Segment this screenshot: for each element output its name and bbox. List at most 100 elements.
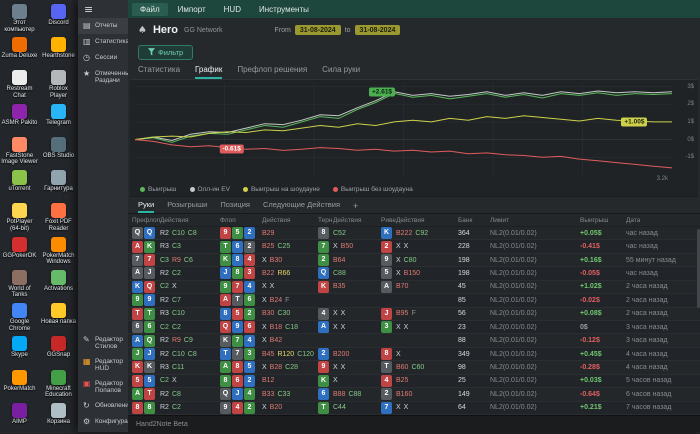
table-tab-hands[interactable]: Руки bbox=[138, 200, 155, 213]
ggpokerok-icon bbox=[12, 236, 27, 252]
legend-item[interactable]: Олл-ин EV bbox=[189, 186, 230, 193]
turn-card: 8 bbox=[318, 227, 333, 240]
action-token: R3 bbox=[160, 363, 169, 371]
hand-row[interactable]: 9 9 R2 C7 A T 6 X B24 F 85 NL2(0.01/0.02) -0.02$ 2 ча… bbox=[128, 294, 700, 308]
desktop-icon-ggsnap[interactable]: GGSnap bbox=[39, 334, 78, 367]
card-Ts: T bbox=[232, 294, 243, 307]
hand-row[interactable]: A Q R2 R9 C9 K 7 4 X B42 88 NL2(0.01/0.02) -0.12$ 3 ч… bbox=[128, 334, 700, 348]
hand-row[interactable]: A J R2 C2 J 8 3 B22 R66 Q C88 5 X B150 198 NL2(0.01/0.0… bbox=[128, 267, 700, 281]
hand-row[interactable]: K Q C2 X 9 7 4 X X K B35 A B70 45 NL2(0.01/0.02) +1.02$… bbox=[128, 280, 700, 295]
hand-row[interactable]: 7 7 C3 R9 C6 K 8 4 X B30 2 B64 9 X C80 198 NL2(0.01/0.02… bbox=[128, 253, 700, 268]
add-tab-button[interactable]: + bbox=[353, 201, 358, 213]
date-to-pill[interactable]: 31-08-2024 bbox=[354, 25, 401, 35]
win-amount: -0.12$ bbox=[580, 337, 600, 345]
action-token: B29 bbox=[262, 229, 275, 237]
flop-actions: B22 R66 bbox=[262, 270, 318, 277]
desktop-icon-faststone-viewer[interactable]: FastStone Image Viewer bbox=[0, 135, 39, 168]
desktop-icon-discord[interactable]: Discord bbox=[39, 2, 78, 35]
sidebar-item-marked-hands[interactable]: ★ Отмеченные Раздачи bbox=[78, 66, 133, 88]
desktop-icon-restream-chat[interactable]: Restream Chat bbox=[0, 68, 39, 101]
desktop-icon-aimp[interactable]: AIMP bbox=[0, 401, 39, 434]
pot-size: 45 bbox=[458, 283, 466, 291]
hearthstone-icon bbox=[51, 37, 66, 53]
menu-item-import[interactable]: Импорт bbox=[170, 3, 214, 16]
desktop-icon-label: Гарнитура bbox=[44, 186, 73, 193]
legend-item[interactable]: Выигрыш bbox=[140, 186, 177, 193]
table-tab-next-actions[interactable]: Следующие Действия bbox=[263, 200, 340, 213]
desktop-icon-obs-studio[interactable]: OBS Studio bbox=[39, 135, 78, 168]
desktop-icon-this-pc[interactable]: Этот компьютер bbox=[0, 2, 39, 35]
desktop-icon-garnitura[interactable]: Гарнитура bbox=[39, 168, 78, 201]
card-9c: 9 bbox=[132, 294, 143, 307]
desktop-icon-activations[interactable]: Activations bbox=[39, 268, 78, 301]
sidebar-item-updates[interactable]: ↻ Обновления bbox=[78, 398, 132, 414]
desktop-icon-pokermatch-windows[interactable]: PokerMatch Windows bbox=[39, 235, 78, 268]
hand-row[interactable]: J J R2 C10 C8 T 7 3 B45 R120 C120 2 B200 8 X 349 NL2(0.0… bbox=[128, 348, 700, 362]
sidebar-item-sessions[interactable]: ◷ Сессии bbox=[78, 50, 128, 66]
sidebar-item-configuration[interactable]: ⚙ Конфигурация bbox=[78, 414, 139, 430]
sidebar-item-popup-editor[interactable]: ▣ Редактор Попапов bbox=[78, 376, 128, 398]
flop-cards: J83 bbox=[220, 267, 262, 280]
desktop-icon-ggpokerok[interactable]: GGPokerOK bbox=[0, 235, 39, 268]
card-Kc: K bbox=[144, 240, 155, 253]
desktop-icon-hearthstone[interactable]: Hearthstone bbox=[39, 35, 78, 68]
menu-item-file[interactable]: Файл bbox=[132, 2, 168, 16]
win-amount: -0.41$ bbox=[580, 243, 600, 251]
sidebar-item-reports[interactable]: ▤ Отчеты bbox=[78, 18, 128, 34]
stakes-label: NL2(0.01/0.02) bbox=[490, 350, 537, 358]
table-tab-position[interactable]: Позиция bbox=[220, 200, 250, 213]
hand-row[interactable]: 8 8 R2 C2 9 4 2 X B20 T C44 7 X X 64 NL2(0.01/0.02) +0.2… bbox=[128, 401, 700, 415]
desktop-icon-utorrent[interactable]: uTorrent bbox=[0, 168, 39, 201]
sidebar-item-statistics[interactable]: ▥ Статистика bbox=[78, 34, 129, 50]
menu-item-tools[interactable]: Инструменты bbox=[251, 3, 317, 16]
hand-row[interactable]: A T R2 C8 Q J 4 B33 C33 6 B88 C88 2 B160 149 NL2(0.01/0… bbox=[128, 388, 700, 402]
desktop-icon-roblox-player[interactable]: Roblox Player bbox=[39, 68, 78, 101]
desktop-icon-minecraft-education[interactable]: Minecraft Education bbox=[39, 368, 78, 401]
desktop-icon-recycle-bin[interactable]: Корзина bbox=[39, 401, 78, 434]
hand-row[interactable]: 6 6 C2 C2 Q 9 6 X B18 C18 A X X 3 X X 23 NL2(0.01/0.02) 0$… bbox=[128, 321, 700, 335]
desktop-icon-potplayer[interactable]: PotPlayer (64-bit) bbox=[0, 201, 39, 234]
desktop-icon-telegram[interactable]: Telegram bbox=[39, 102, 78, 135]
hamburger-menu-icon[interactable]: ≡ bbox=[78, 0, 128, 18]
hand-row[interactable]: A K R3 C3 T 6 2 B25 C25 7 X B50 2 X X 228 NL2(0.01/0.02)… bbox=[128, 240, 700, 254]
hole-cards: 88 bbox=[132, 401, 160, 414]
tab-preflop-decisions[interactable]: Префлоп решения bbox=[237, 65, 307, 79]
tab-graph[interactable]: График bbox=[195, 65, 223, 79]
desktop-icon-pokermatch[interactable]: PokerMatch bbox=[0, 368, 39, 401]
desktop-icon-zuma-deluxe[interactable]: Zuma Deluxe bbox=[0, 35, 39, 68]
table-tab-lines[interactable]: Розыгрыши bbox=[167, 200, 207, 213]
desktop-icon-foxit-reader[interactable]: Foxit PDF Reader bbox=[39, 201, 78, 234]
menu-item-hud[interactable]: HUD bbox=[216, 3, 249, 16]
desktop-icon-skype[interactable]: Skype bbox=[0, 334, 39, 367]
hand-row[interactable]: T T R3 C10 8 5 2 B30 C30 4 X X J B95 F 56 NL2(0.01/0.02)… bbox=[128, 307, 700, 321]
date-from-pill[interactable]: 31-08-2024 bbox=[294, 25, 341, 35]
preflop-actions: R2 C7 bbox=[160, 297, 220, 304]
hand-row[interactable]: Q Q R2 C10 C8 9 5 2 B29 8 C52 K B222 C92 364 NL2(0.01/0… bbox=[128, 227, 700, 241]
legend-item[interactable]: Выигрыш на шоудауне bbox=[242, 186, 320, 193]
sidebar-item-hud-editor[interactable]: ▦ Редактор HUD bbox=[78, 354, 128, 376]
turn-card: 6 bbox=[318, 388, 333, 401]
desktop-icon-google-chrome[interactable]: Google Chrome bbox=[0, 301, 39, 334]
desktop-icon-world-of-tanks[interactable]: World of Tanks bbox=[0, 268, 39, 301]
filter-button[interactable]: Фильтр bbox=[138, 44, 194, 60]
desktop-icon-label: AIMP bbox=[12, 418, 27, 425]
column-header: Префлоп bbox=[132, 216, 160, 224]
action-token: X bbox=[333, 323, 338, 331]
desktop-icon-new-folder[interactable]: Новая папка bbox=[39, 301, 78, 334]
desktop-icon-asmr-pakito[interactable]: ASMR Pakito bbox=[0, 102, 39, 135]
sidebar-item-style-editor[interactable]: ✎ Редактор Стилов bbox=[78, 332, 128, 354]
card-6d: 6 bbox=[232, 240, 243, 253]
hand-date: 6 часов назад bbox=[626, 390, 672, 398]
pot-size: 64 bbox=[458, 404, 466, 412]
hand-date: 2 часа назад bbox=[626, 310, 668, 318]
hands-table: Q Q R2 C10 C8 9 5 2 B29 8 C52 K B222 C92 364 NL2(0.01/0… bbox=[128, 227, 700, 415]
column-header: Действия bbox=[396, 216, 425, 224]
hand-row[interactable]: K K R3 C11 A 8 5 X B28 C28 9 X X T B60 C60 98 NL2(0.01/0.… bbox=[128, 361, 700, 375]
tab-statistics[interactable]: Статистика bbox=[138, 65, 180, 79]
legend-item[interactable]: Выигрыш без шоудауна bbox=[332, 186, 413, 193]
pokermatch-icon bbox=[12, 369, 27, 385]
tab-hand-strength[interactable]: Сила руки bbox=[322, 65, 360, 79]
turn-actions: X B50 bbox=[333, 243, 381, 250]
flop-actions: B30 C30 bbox=[262, 310, 318, 317]
hand-row[interactable]: 5 5 C2 X 8 6 2 B12 K X 4 B25 25 NL2(0.01/0.02) +0.03$ 5… bbox=[128, 374, 700, 389]
